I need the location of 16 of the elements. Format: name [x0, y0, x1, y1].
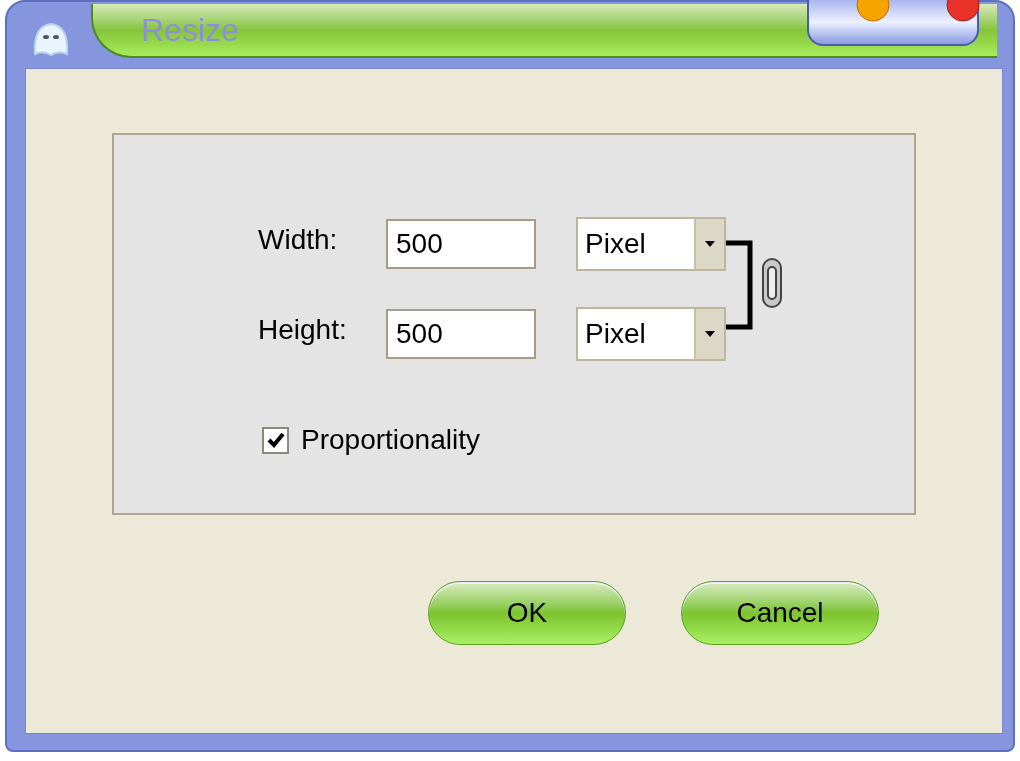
- minimize-icon[interactable]: [856, 0, 890, 22]
- window-title: Resize: [141, 11, 239, 50]
- dialog-button[interactable]: Cancel: [681, 581, 879, 645]
- caret-icon: [705, 331, 715, 337]
- checkbox-label: Proportionality: [301, 423, 480, 457]
- unit-dropdown[interactable]: Pixel: [576, 217, 726, 271]
- input-field[interactable]: 500: [386, 219, 536, 269]
- dialog-button[interactable]: OK: [428, 581, 626, 645]
- checkbox[interactable]: [262, 426, 289, 454]
- checkmark-icon: [266, 432, 285, 448]
- input-field[interactable]: 500: [386, 309, 536, 359]
- caret-icon: [705, 241, 715, 247]
- field-label: Width:: [258, 223, 339, 257]
- unit-dropdown[interactable]: Pixel: [576, 307, 726, 361]
- field-label: Height:: [258, 313, 348, 347]
- close-icon[interactable]: [946, 0, 980, 22]
